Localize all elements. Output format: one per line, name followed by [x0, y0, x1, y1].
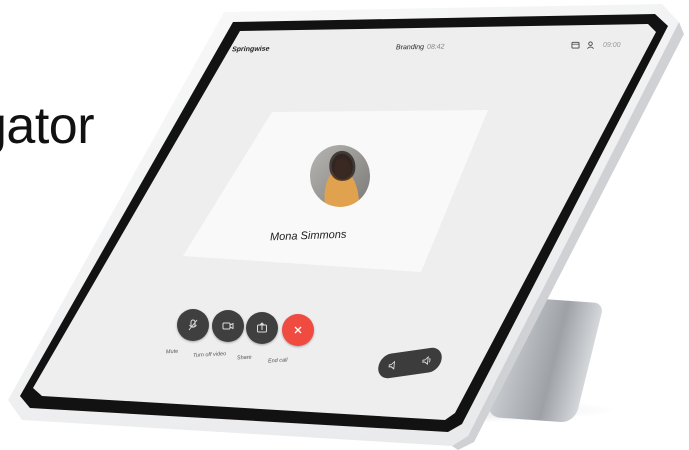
clock: 09:00: [603, 42, 621, 49]
mute-label: Mute: [165, 348, 179, 356]
share-icon: [257, 322, 267, 333]
meeting-time: 08:42: [426, 43, 445, 51]
close-icon: [294, 326, 302, 334]
headline-text: gator: [0, 97, 95, 155]
volume-up-icon[interactable]: [421, 355, 432, 367]
scene: gator Springwise Branding08:42 09:00 Mon…: [0, 0, 689, 450]
volume-down-icon[interactable]: [388, 360, 399, 372]
participants-icon[interactable]: [586, 41, 595, 49]
mute-button[interactable]: [177, 309, 209, 341]
share-button[interactable]: [246, 312, 278, 344]
end-call-label: End call: [267, 357, 288, 365]
meeting-info: Branding 08:42: [396, 44, 445, 52]
turn-off-video-button[interactable]: [212, 310, 244, 342]
meeting-title: Branding: [395, 43, 425, 52]
microphone-icon: [188, 319, 198, 331]
end-call-button[interactable]: [282, 314, 314, 346]
camera-icon: [222, 322, 234, 330]
calendar-icon[interactable]: [571, 41, 580, 49]
share-label: Share: [236, 354, 252, 362]
brand-name: Springwise: [231, 45, 271, 54]
